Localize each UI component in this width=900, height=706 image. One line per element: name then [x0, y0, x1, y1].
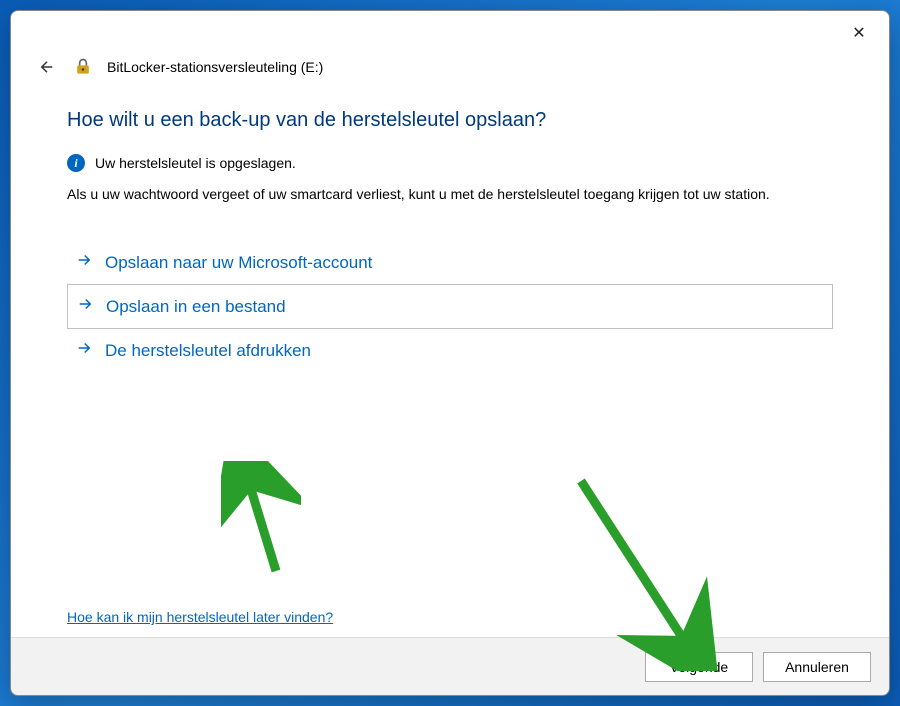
arrow-left-icon — [38, 58, 56, 76]
option-print-key[interactable]: De herstelsleutel afdrukken — [67, 329, 833, 372]
close-icon: ✕ — [852, 23, 865, 43]
arrow-right-icon — [75, 251, 93, 274]
bitlocker-icon — [73, 57, 93, 77]
arrow-right-icon — [75, 339, 93, 362]
arrow-right-icon — [76, 295, 94, 318]
cancel-button[interactable]: Annuleren — [763, 652, 871, 682]
header-title: BitLocker-stationsversleuteling (E:) — [107, 59, 323, 75]
option-save-microsoft-account[interactable]: Opslaan naar uw Microsoft-account — [67, 241, 833, 284]
titlebar: ✕ — [11, 11, 889, 55]
back-button[interactable] — [35, 55, 59, 79]
page-heading: Hoe wilt u een back-up van de herstelsle… — [67, 109, 833, 132]
info-text: Uw herstelsleutel is opgeslagen. — [95, 155, 296, 171]
bitlocker-dialog: ✕ BitLocker-stationsversleuteling (E:) H… — [10, 10, 890, 696]
option-label: Opslaan naar uw Microsoft-account — [105, 253, 372, 273]
footer: Volgende Annuleren — [11, 637, 889, 695]
option-save-to-file[interactable]: Opslaan in een bestand — [67, 284, 833, 329]
help-link[interactable]: Hoe kan ik mijn herstelsleutel later vin… — [67, 609, 333, 625]
option-label: De herstelsleutel afdrukken — [105, 341, 311, 361]
close-button[interactable]: ✕ — [837, 16, 881, 50]
header-row: BitLocker-stationsversleuteling (E:) — [11, 55, 889, 85]
content-area: Hoe wilt u een back-up van de herstelsle… — [11, 85, 889, 637]
info-icon: i — [67, 154, 85, 172]
next-button[interactable]: Volgende — [645, 652, 753, 682]
info-row: i Uw herstelsleutel is opgeslagen. — [67, 154, 833, 172]
body-text: Als u uw wachtwoord vergeet of uw smartc… — [67, 184, 833, 205]
options-list: Opslaan naar uw Microsoft-account Opslaa… — [67, 241, 833, 372]
option-label: Opslaan in een bestand — [106, 297, 286, 317]
